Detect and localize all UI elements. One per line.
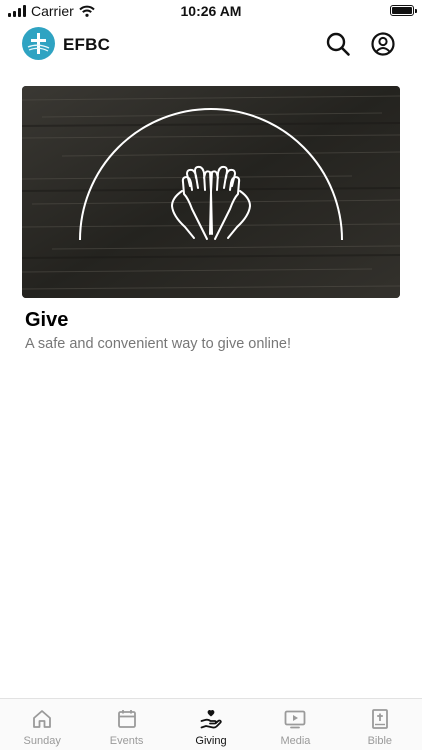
give-card[interactable]: Give A safe and convenient way to give o… (22, 86, 400, 352)
tab-sunday-label: Sunday (23, 735, 61, 747)
bible-icon (371, 709, 388, 729)
tab-events-label: Events (109, 735, 144, 747)
app-header: EFBC (0, 22, 422, 66)
give-title: Give (25, 309, 69, 331)
status-time: 10:26 AM (180, 3, 242, 19)
search-icon[interactable] (325, 31, 351, 57)
status-bar: Carrier 10:26 AM (0, 0, 422, 22)
tab-media-label: Media (280, 735, 311, 747)
calendar-icon (117, 710, 136, 728)
tab-bible[interactable]: Bible (338, 699, 422, 750)
play-icon (285, 710, 306, 729)
home-icon (33, 710, 52, 728)
bottom-tab-bar: Sunday Events Giving Media Bible (0, 698, 422, 750)
giving-hand-heart-icon (200, 710, 222, 729)
tab-giving-label: Giving (195, 735, 227, 747)
tab-events[interactable]: Events (84, 699, 168, 750)
tab-sunday[interactable]: Sunday (0, 699, 84, 750)
give-hero-image (22, 86, 400, 298)
tab-giving[interactable]: Giving (169, 699, 253, 750)
app-title: EFBC (63, 35, 111, 54)
profile-icon[interactable] (370, 31, 396, 57)
tab-bible-label: Bible (367, 735, 393, 747)
tab-media[interactable]: Media (253, 699, 337, 750)
give-subtitle: A safe and convenient way to give online… (25, 336, 292, 352)
church-logo[interactable] (22, 27, 55, 60)
battery-icon (390, 5, 417, 16)
